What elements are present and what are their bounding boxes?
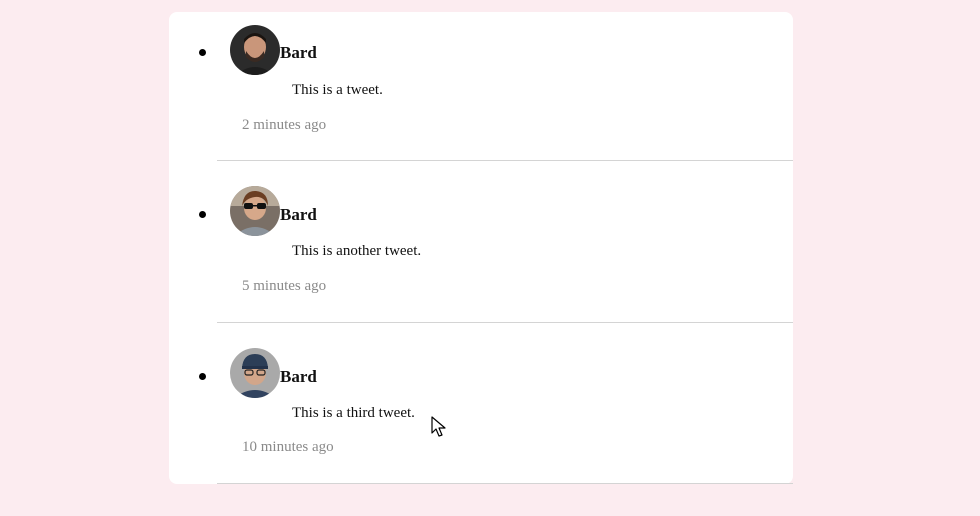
tweet-item[interactable]: Bard This is another tweet. 5 minutes ag… <box>169 174 793 323</box>
tweet-divider <box>217 160 793 161</box>
tweet-username[interactable]: Bard <box>280 367 317 387</box>
tweet-username[interactable]: Bard <box>280 43 317 63</box>
tweet-item[interactable]: Bard This is a tweet. 2 minutes ago <box>169 12 793 161</box>
tweet-feed-card: Bard This is a tweet. 2 minutes ago Bard… <box>169 12 793 484</box>
avatar[interactable] <box>230 25 280 75</box>
tweet-text: This is a third tweet. <box>292 405 415 421</box>
tweet-divider <box>217 483 793 484</box>
avatar[interactable] <box>230 348 280 398</box>
bullet-dot-icon <box>199 49 206 56</box>
mouse-pointer-icon <box>431 416 446 437</box>
tweet-timestamp: 2 minutes ago <box>242 117 327 133</box>
bullet-dot-icon <box>199 211 206 218</box>
tweet-text: This is a tweet. <box>292 82 383 98</box>
tweet-timestamp: 10 minutes ago <box>242 439 334 455</box>
tweet-text: This is another tweet. <box>292 243 422 259</box>
avatar-photo <box>230 186 280 236</box>
tweet-item[interactable]: Bard This is a third tweet. 10 minutes a… <box>169 336 793 484</box>
avatar-photo <box>230 25 280 75</box>
bullet-dot-icon <box>199 373 206 380</box>
tweet-divider <box>217 322 793 323</box>
tweet-username[interactable]: Bard <box>280 205 317 225</box>
avatar[interactable] <box>230 186 280 236</box>
avatar-photo <box>230 348 280 398</box>
tweet-timestamp: 5 minutes ago <box>242 278 327 294</box>
